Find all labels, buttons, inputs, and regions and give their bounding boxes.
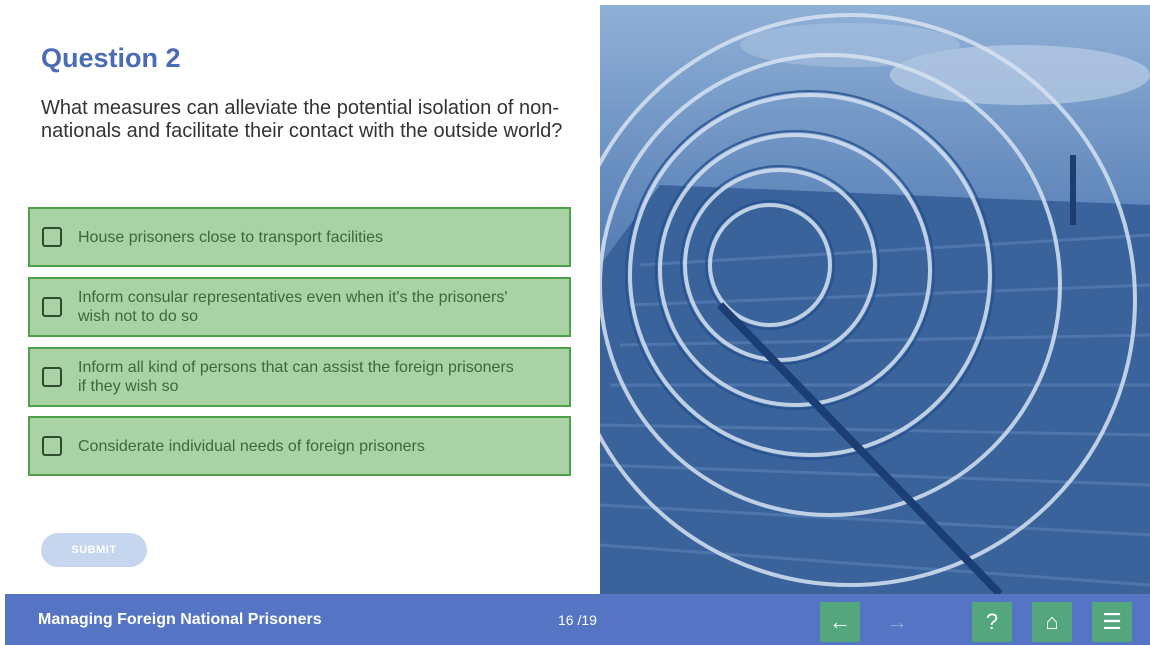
arrow-right-icon: →	[886, 609, 908, 634]
answer-option-label: Considerate individual needs of foreign …	[78, 437, 425, 455]
answer-option[interactable]: Inform all kind of persons that can assi…	[28, 347, 571, 407]
home-icon: ⌂	[1045, 609, 1059, 634]
answer-option-label: House prisoners close to transport facil…	[78, 228, 384, 246]
arrow-left-icon: ←	[829, 609, 851, 634]
checkbox-icon[interactable]	[42, 297, 62, 317]
slide: Question 2 What measures can alleviate t…	[5, 5, 1150, 645]
question-panel: Question 2 What measures can alleviate t…	[5, 5, 600, 594]
answer-option[interactable]: Inform consular representatives even whe…	[28, 277, 571, 337]
answer-option[interactable]: House prisoners close to transport facil…	[28, 207, 571, 267]
answer-option[interactable]: Considerate individual needs of foreign …	[28, 416, 571, 476]
question-mark-icon: ?	[985, 609, 999, 634]
course-title: Managing Foreign National Prisoners	[38, 611, 322, 628]
home-button[interactable]: ⌂	[1032, 602, 1072, 642]
submit-button[interactable]: SUBMIT	[41, 533, 147, 567]
question-text: What measures can alleviate the potentia…	[41, 97, 563, 142]
question-title: Question 2	[41, 43, 181, 73]
help-button[interactable]: ?	[972, 602, 1012, 642]
footer-bar: Managing Foreign National Prisoners 16 /…	[5, 594, 1150, 645]
checkbox-icon[interactable]	[42, 367, 62, 387]
answer-option-label: Inform all kind of persons that can assi…	[78, 359, 514, 395]
checkbox-icon[interactable]	[42, 436, 62, 456]
next-button[interactable]: →	[877, 602, 917, 642]
menu-button[interactable]: ☰	[1092, 602, 1132, 642]
razor-wire-illustration	[600, 5, 1150, 594]
prev-button[interactable]: ←	[820, 602, 860, 642]
page-indicator: 16 /19	[558, 612, 597, 628]
answer-option-label: Inform consular representatives even whe…	[78, 289, 508, 325]
checkbox-icon[interactable]	[42, 227, 62, 247]
razor-wire-image	[600, 5, 1150, 594]
hamburger-menu-icon: ☰	[1102, 609, 1122, 634]
